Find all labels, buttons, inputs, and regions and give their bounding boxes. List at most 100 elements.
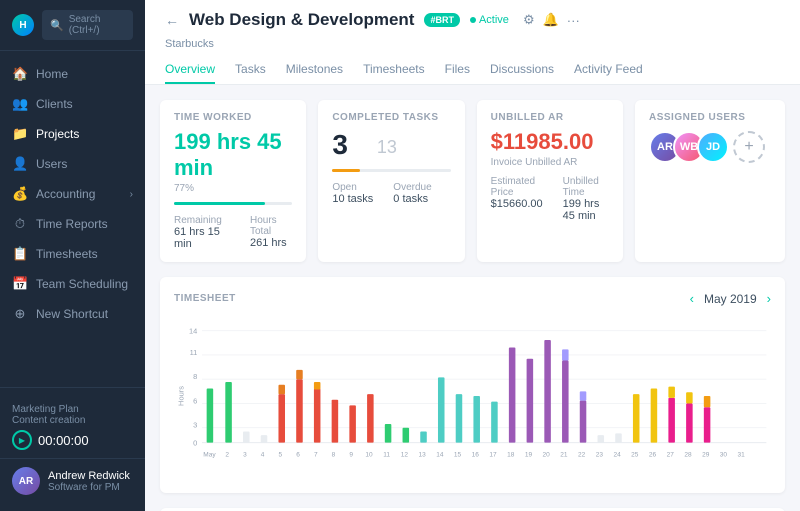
stat-cards: TIME WORKED 199 hrs 45 min 77% Remaining… bbox=[160, 100, 785, 262]
time-reports-icon: ⏱ bbox=[12, 216, 28, 232]
app-logo-icon: H bbox=[12, 14, 34, 36]
svg-text:3: 3 bbox=[243, 452, 247, 459]
tab-tasks[interactable]: Tasks bbox=[235, 56, 266, 84]
svg-text:16: 16 bbox=[472, 452, 480, 459]
sidebar-item-users[interactable]: 👤 Users bbox=[0, 149, 145, 179]
notifications-icon[interactable]: 🔔 bbox=[543, 12, 559, 28]
open-tasks-value: 10 tasks bbox=[332, 193, 373, 205]
project-badge: #BRT bbox=[424, 13, 460, 27]
page-header: ← Web Design & Development #BRT Active ⚙… bbox=[145, 0, 800, 85]
svg-text:27: 27 bbox=[667, 452, 675, 459]
assigned-users-card: ASSIGNED USERS AR WB JD + bbox=[635, 100, 785, 262]
time-worked-value: 199 hrs 45 min bbox=[174, 129, 292, 181]
user-avatar-3: JD bbox=[697, 131, 729, 163]
overdue-tasks-stat: Overdue 0 tasks bbox=[393, 182, 431, 205]
overdue-label: Overdue bbox=[393, 182, 431, 193]
task-progress-fill bbox=[332, 169, 359, 172]
chart-next-button[interactable]: › bbox=[767, 291, 771, 306]
sidebar-item-label: Users bbox=[36, 157, 133, 171]
svg-text:3: 3 bbox=[193, 421, 197, 430]
estimated-price-label: Estimated Price bbox=[491, 176, 543, 198]
sidebar-item-timesheets[interactable]: 📋 Timesheets bbox=[0, 239, 145, 269]
svg-text:7: 7 bbox=[314, 452, 318, 459]
timer-widget: Marketing Plan Content creation ▶ 00:00:… bbox=[0, 396, 145, 458]
sidebar-item-new-shortcut[interactable]: ⊕ New Shortcut bbox=[0, 299, 145, 329]
svg-text:5: 5 bbox=[279, 452, 283, 459]
user-info: Andrew Redwick Software for PM bbox=[48, 470, 130, 493]
unbilled-ar-value: $11985.00 bbox=[491, 129, 609, 155]
open-tasks-stat: Open 10 tasks bbox=[332, 182, 373, 205]
chart-title: TIMESHEET bbox=[174, 293, 236, 304]
sidebar-item-label: New Shortcut bbox=[36, 307, 133, 321]
tab-files[interactable]: Files bbox=[445, 56, 470, 84]
back-button[interactable]: ← bbox=[165, 12, 179, 28]
svg-text:29: 29 bbox=[702, 452, 710, 459]
svg-text:30: 30 bbox=[720, 452, 728, 459]
time-worked-progress-fill bbox=[174, 202, 265, 205]
project-subtitle: Starbucks bbox=[165, 38, 780, 50]
svg-text:6: 6 bbox=[193, 396, 197, 405]
time-worked-details: Remaining 61 hrs 15 min Hours Total 261 … bbox=[174, 215, 292, 250]
settings-icon[interactable]: ⚙ bbox=[523, 12, 535, 28]
chart-period-label: May 2019 bbox=[704, 292, 757, 306]
more-options-icon[interactable]: ··· bbox=[567, 13, 580, 28]
project-status: Active bbox=[470, 14, 509, 26]
chart-prev-button[interactable]: ‹ bbox=[690, 291, 694, 306]
tab-milestones[interactable]: Milestones bbox=[286, 56, 343, 84]
svg-text:28: 28 bbox=[684, 452, 692, 459]
unbilled-time-label: Unbilled Time bbox=[563, 176, 609, 198]
search-box[interactable]: 🔍 Search (Ctrl+/) bbox=[42, 10, 133, 40]
sidebar: H 🔍 Search (Ctrl+/) 🏠 Home 👥 Clients 📁 P… bbox=[0, 0, 145, 511]
svg-text:14: 14 bbox=[189, 327, 197, 336]
svg-text:9: 9 bbox=[349, 452, 353, 459]
header-icons: ⚙ 🔔 ··· bbox=[523, 12, 580, 28]
sidebar-item-team-scheduling[interactable]: 📅 Team Scheduling bbox=[0, 269, 145, 299]
sidebar-item-label: Team Scheduling bbox=[36, 277, 133, 291]
clients-icon: 👥 bbox=[12, 96, 28, 112]
projects-icon: 📁 bbox=[12, 126, 28, 142]
users-icon: 👤 bbox=[12, 156, 28, 172]
time-worked-card: TIME WORKED 199 hrs 45 min 77% Remaining… bbox=[160, 100, 306, 262]
sidebar-item-label: Home bbox=[36, 67, 133, 81]
svg-text:May: May bbox=[203, 452, 216, 459]
unbilled-ar-sublabel: Invoice Unbilled AR bbox=[491, 157, 609, 168]
time-worked-progress bbox=[174, 202, 292, 205]
tab-activity-feed[interactable]: Activity Feed bbox=[574, 56, 643, 84]
sidebar-item-projects[interactable]: 📁 Projects bbox=[0, 119, 145, 149]
accounting-icon: 💰 bbox=[12, 186, 28, 202]
svg-text:8: 8 bbox=[332, 452, 336, 459]
unbilled-ar-label: UNBILLED AR bbox=[491, 112, 609, 123]
overdue-value: 0 tasks bbox=[393, 193, 431, 205]
time-worked-percent: 77% bbox=[174, 183, 292, 194]
tab-overview[interactable]: Overview bbox=[165, 56, 215, 84]
svg-text:11: 11 bbox=[190, 348, 198, 357]
status-label: Active bbox=[479, 14, 509, 26]
svg-text:25: 25 bbox=[631, 452, 639, 459]
open-tasks-label: Open bbox=[332, 182, 373, 193]
svg-text:20: 20 bbox=[543, 452, 551, 459]
estimated-price-value: $15660.00 bbox=[491, 198, 543, 210]
task-numbers: 3 13 bbox=[332, 129, 450, 161]
tab-timesheets[interactable]: Timesheets bbox=[363, 56, 425, 84]
timer-play-button[interactable]: ▶ bbox=[12, 430, 32, 450]
sidebar-item-home[interactable]: 🏠 Home bbox=[0, 59, 145, 89]
header-top: ← Web Design & Development #BRT Active ⚙… bbox=[165, 10, 780, 30]
add-user-button[interactable]: + bbox=[733, 131, 765, 163]
sidebar-item-time-reports[interactable]: ⏱ Time Reports bbox=[0, 209, 145, 239]
task-progress-bar bbox=[332, 169, 450, 172]
svg-text:4: 4 bbox=[261, 452, 265, 459]
sidebar-item-accounting[interactable]: 💰 Accounting › bbox=[0, 179, 145, 209]
chart-header: TIMESHEET ‹ May 2019 › bbox=[174, 291, 771, 306]
assigned-users-label: ASSIGNED USERS bbox=[649, 112, 771, 123]
svg-text:14: 14 bbox=[436, 452, 444, 459]
page-title: Web Design & Development bbox=[189, 10, 414, 30]
sidebar-item-label: Clients bbox=[36, 97, 133, 111]
user-role: Software for PM bbox=[48, 482, 130, 493]
sidebar-item-clients[interactable]: 👥 Clients bbox=[0, 89, 145, 119]
tab-discussions[interactable]: Discussions bbox=[490, 56, 554, 84]
hours-total-value: 261 hrs bbox=[250, 237, 292, 249]
new-shortcut-icon: ⊕ bbox=[12, 306, 28, 322]
avatar: AR bbox=[12, 467, 40, 495]
svg-text:8: 8 bbox=[193, 372, 197, 381]
svg-text:12: 12 bbox=[401, 452, 409, 459]
